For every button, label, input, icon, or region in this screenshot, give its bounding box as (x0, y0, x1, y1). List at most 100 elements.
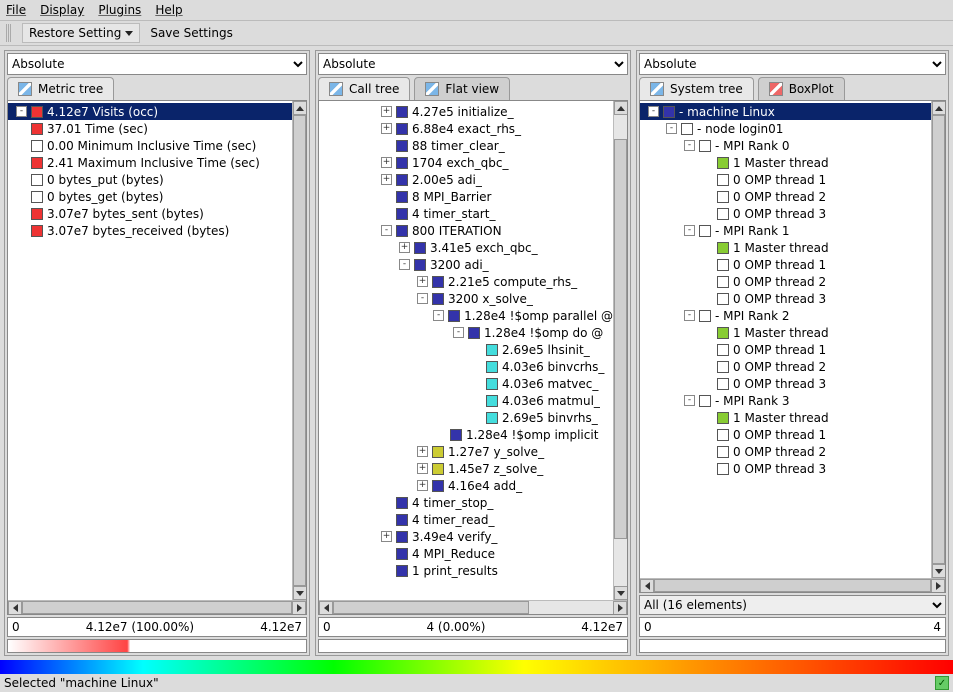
tree-row[interactable]: 1 print_results (319, 562, 613, 579)
tree-row[interactable]: 0 OMP thread 2 (640, 443, 931, 460)
tree-row[interactable]: 4.03e6 matmul_ (319, 392, 613, 409)
tree-row[interactable]: 2.69e5 binvrhs_ (319, 409, 613, 426)
expand-icon[interactable]: + (381, 157, 392, 168)
tree-row[interactable]: 0 bytes_put (bytes) (8, 171, 292, 188)
metric-scroll-h[interactable] (8, 600, 306, 614)
system-elements-select[interactable]: All (16 elements) (639, 595, 946, 615)
restore-setting-button[interactable]: Restore Setting (22, 23, 140, 43)
tree-row[interactable]: 4 MPI_Reduce (319, 545, 613, 562)
collapse-icon[interactable]: - (684, 140, 695, 151)
menu-file[interactable]: File (6, 3, 26, 17)
tree-row[interactable]: 0 OMP thread 2 (640, 188, 931, 205)
tree-row[interactable]: 0 OMP thread 3 (640, 205, 931, 222)
calltree-scroll-v[interactable] (613, 101, 627, 600)
tree-row[interactable]: 0 OMP thread 3 (640, 290, 931, 307)
tree-row[interactable]: 4 timer_read_ (319, 511, 613, 528)
calltree-mode-select[interactable]: Absolute (318, 53, 628, 75)
tree-row[interactable]: -- MPI Rank 0 (640, 137, 931, 154)
collapse-icon[interactable]: - (666, 123, 677, 134)
expand-icon[interactable]: + (417, 446, 428, 457)
tab-call-tree[interactable]: Call tree (318, 77, 410, 100)
expand-icon[interactable]: + (417, 480, 428, 491)
call-tree[interactable]: +4.27e5 initialize_+6.88e4 exact_rhs_88 … (319, 101, 613, 600)
tab-system-tree[interactable]: System tree (639, 77, 754, 100)
tab-flat-view[interactable]: Flat view (414, 77, 510, 100)
tree-row[interactable]: -- MPI Rank 1 (640, 222, 931, 239)
tree-row[interactable]: 88 timer_clear_ (319, 137, 613, 154)
expand-icon[interactable]: + (399, 242, 410, 253)
tree-row[interactable]: -- MPI Rank 2 (640, 307, 931, 324)
expand-icon[interactable]: + (381, 123, 392, 134)
tree-row[interactable]: -3200 x_solve_ (319, 290, 613, 307)
menu-plugins[interactable]: Plugins (98, 3, 141, 17)
tree-row[interactable]: 0 OMP thread 2 (640, 358, 931, 375)
collapse-icon[interactable]: - (381, 225, 392, 236)
tree-row[interactable]: -800 ITERATION (319, 222, 613, 239)
tree-row[interactable]: 4.03e6 binvcrhs_ (319, 358, 613, 375)
tree-row[interactable]: +2.21e5 compute_rhs_ (319, 273, 613, 290)
expand-icon[interactable]: + (417, 276, 428, 287)
tree-row[interactable]: 8 MPI_Barrier (319, 188, 613, 205)
tree-row[interactable]: 4 timer_stop_ (319, 494, 613, 511)
metric-scroll-v[interactable] (292, 101, 306, 600)
tree-row[interactable]: +1704 exch_qbc_ (319, 154, 613, 171)
tree-row[interactable]: +1.45e7 z_solve_ (319, 460, 613, 477)
tree-row[interactable]: 0 OMP thread 1 (640, 171, 931, 188)
tab-metric-tree[interactable]: Metric tree (7, 77, 114, 100)
metric-mode-select[interactable]: Absolute (7, 53, 307, 75)
tree-row[interactable]: +1.27e7 y_solve_ (319, 443, 613, 460)
save-settings-button[interactable]: Save Settings (150, 26, 233, 40)
tree-row[interactable]: 37.01 Time (sec) (8, 120, 292, 137)
tree-row[interactable]: -4.12e7 Visits (occ) (8, 103, 292, 120)
tree-row[interactable]: +3.49e4 verify_ (319, 528, 613, 545)
menu-display[interactable]: Display (40, 3, 84, 17)
tree-row[interactable]: 1 Master thread (640, 154, 931, 171)
tree-row[interactable]: +3.41e5 exch_qbc_ (319, 239, 613, 256)
tree-row[interactable]: +2.00e5 adi_ (319, 171, 613, 188)
tree-row[interactable]: 4.03e6 matvec_ (319, 375, 613, 392)
tree-row[interactable]: 1.28e4 !$omp implicit (319, 426, 613, 443)
expand-icon[interactable]: + (381, 106, 392, 117)
tree-row[interactable]: 4 timer_start_ (319, 205, 613, 222)
system-scroll-h[interactable] (640, 578, 945, 592)
system-scroll-v[interactable] (931, 101, 945, 578)
tree-row[interactable]: 0 OMP thread 1 (640, 256, 931, 273)
tree-row[interactable]: 0 OMP thread 3 (640, 460, 931, 477)
collapse-icon[interactable]: - (684, 395, 695, 406)
tree-row[interactable]: -3200 adi_ (319, 256, 613, 273)
tree-row[interactable]: +4.16e4 add_ (319, 477, 613, 494)
collapse-icon[interactable]: - (16, 106, 27, 117)
tree-row[interactable]: 0 OMP thread 1 (640, 341, 931, 358)
collapse-icon[interactable]: - (417, 293, 428, 304)
collapse-icon[interactable]: - (684, 310, 695, 321)
tree-row[interactable]: -1.28e4 !$omp parallel @ (319, 307, 613, 324)
tree-row[interactable]: 0 OMP thread 1 (640, 426, 931, 443)
system-tree[interactable]: -- machine Linux-- node login01-- MPI Ra… (640, 101, 931, 578)
tree-row[interactable]: 0 bytes_get (bytes) (8, 188, 292, 205)
tree-row[interactable]: 1 Master thread (640, 324, 931, 341)
metric-tree[interactable]: -4.12e7 Visits (occ)37.01 Time (sec)0.00… (8, 101, 292, 600)
system-mode-select[interactable]: Absolute (639, 53, 946, 75)
collapse-icon[interactable]: - (453, 327, 464, 338)
menu-help[interactable]: Help (155, 3, 182, 17)
tree-row[interactable]: -- node login01 (640, 120, 931, 137)
toolbar-grip[interactable] (6, 24, 12, 42)
tree-row[interactable]: 3.07e7 bytes_received (bytes) (8, 222, 292, 239)
tree-row[interactable]: 0 OMP thread 3 (640, 375, 931, 392)
tree-row[interactable]: -1.28e4 !$omp do @ (319, 324, 613, 341)
collapse-icon[interactable]: - (648, 106, 659, 117)
tree-row[interactable]: 2.69e5 lhsinit_ (319, 341, 613, 358)
expand-icon[interactable]: + (381, 531, 392, 542)
tree-row[interactable]: -- machine Linux (640, 103, 931, 120)
tree-row[interactable]: 2.41 Maximum Inclusive Time (sec) (8, 154, 292, 171)
tab-boxplot[interactable]: BoxPlot (758, 77, 845, 100)
expand-icon[interactable]: + (381, 174, 392, 185)
tree-row[interactable]: 1 Master thread (640, 409, 931, 426)
tree-row[interactable]: +6.88e4 exact_rhs_ (319, 120, 613, 137)
expand-icon[interactable]: + (417, 463, 428, 474)
tree-row[interactable]: 0 OMP thread 2 (640, 273, 931, 290)
calltree-scroll-h[interactable] (319, 600, 627, 614)
collapse-icon[interactable]: - (433, 310, 444, 321)
tree-row[interactable]: +4.27e5 initialize_ (319, 103, 613, 120)
tree-row[interactable]: -- MPI Rank 3 (640, 392, 931, 409)
